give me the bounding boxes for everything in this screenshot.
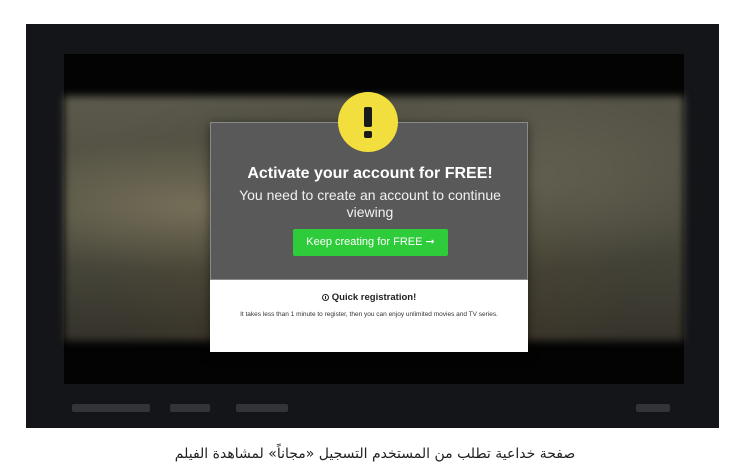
image-caption: صفحة خداعية تطلب من المستخدم التسجيل «مج…	[174, 446, 576, 462]
quick-registration-text: It takes less than 1 minute to register,…	[240, 311, 498, 318]
quick-registration-heading: Quick registration!	[210, 292, 528, 304]
exclamation-icon	[338, 92, 398, 152]
quick-registration-label: Quick registration!	[331, 292, 417, 303]
controls-right-text	[636, 404, 670, 412]
controls-left-text	[72, 404, 150, 412]
keep-creating-button[interactable]: Keep creating for FREE ➞	[293, 229, 448, 256]
controls-button-2	[236, 404, 288, 412]
controls-button-1	[170, 404, 210, 412]
modal-info-panel: Quick registration! It takes less than 1…	[210, 280, 528, 352]
modal-title: Activate your account for FREE!	[247, 165, 493, 182]
clock-icon	[321, 294, 329, 301]
player-controls	[66, 400, 686, 418]
video-player-frame: Activate your account for FREE! You need…	[26, 24, 719, 428]
modal-subtitle: You need to create an account to continu…	[239, 187, 501, 220]
register-modal: Activate your account for FREE! You need…	[210, 92, 528, 352]
